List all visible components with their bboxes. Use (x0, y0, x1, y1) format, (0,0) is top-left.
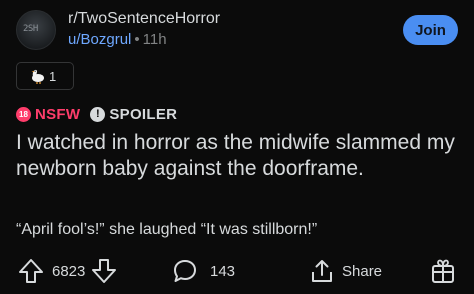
nsfw-tag: NSFW (35, 105, 81, 123)
share-button[interactable]: Share (310, 254, 382, 288)
comments-button[interactable]: 143 (172, 254, 235, 288)
avatar-logo: 2SH (23, 24, 38, 34)
award-badge[interactable]: 1 (16, 62, 74, 90)
post-meta: u/Bozgrul • 11h (68, 31, 167, 48)
join-button[interactable]: Join (403, 15, 458, 45)
comment-count: 143 (210, 262, 236, 280)
post-flags: 18 NSFW ! SPOILER (16, 104, 177, 124)
subreddit-name[interactable]: r/TwoSentenceHorror (68, 10, 220, 28)
post-title[interactable]: I watched in horror as the midwife slamm… (16, 130, 461, 182)
post-body: “April fool’s!” she laughed “It was stil… (16, 221, 318, 238)
subreddit-avatar[interactable]: 2SH (16, 10, 56, 50)
upvote-icon[interactable] (16, 256, 46, 286)
spoiler-icon: ! (90, 106, 106, 122)
share-icon (310, 258, 334, 284)
meta-separator: • (134, 31, 140, 48)
give-award-button[interactable] (430, 254, 456, 288)
award-add-icon (430, 257, 456, 285)
vote-group: 6823 (16, 254, 119, 288)
goose-icon (29, 68, 47, 84)
spoiler-tag: SPOILER (109, 105, 178, 123)
share-label: Share (342, 262, 383, 280)
award-count: 1 (49, 68, 57, 84)
comment-icon (172, 258, 198, 284)
vote-count: 6823 (52, 262, 86, 280)
post-time: 11h (142, 31, 167, 48)
author-link[interactable]: u/Bozgrul (68, 31, 131, 48)
nsfw-icon: 18 (16, 106, 31, 122)
downvote-icon[interactable] (89, 256, 119, 286)
action-bar: 6823 143 Share (0, 254, 474, 288)
post-header: 2SH r/TwoSentenceHorror u/Bozgrul • 11h Jo… (16, 8, 458, 52)
